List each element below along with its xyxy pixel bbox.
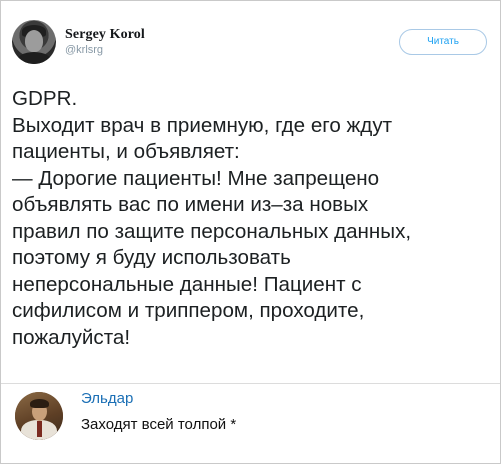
tweet-line: поэтому я буду использовать xyxy=(12,246,291,269)
tweet-line: GDPR. xyxy=(12,87,78,110)
author-name[interactable]: Sergey Korol xyxy=(65,27,145,43)
tweet-line: правил по защите персональных данных, xyxy=(12,219,412,243)
tweet-text: GDPR. Выходит врач в приемную, где его ж… xyxy=(12,86,498,351)
reply-avatar-hair xyxy=(30,399,49,408)
tweet-line: неперсональные данные! Пациент с xyxy=(12,272,362,296)
reply-avatar[interactable] xyxy=(15,392,63,440)
tweet-line: пожалуйста! xyxy=(12,325,131,349)
reply-text: Заходят всей толпой * xyxy=(81,416,237,433)
tweet-line: — Дорогие пациенты! Мне запрещено xyxy=(12,166,380,190)
author-handle[interactable]: @krlsrg xyxy=(65,44,103,56)
author-avatar[interactable] xyxy=(12,20,56,64)
reply-avatar-tie xyxy=(37,421,42,437)
reply-author-name[interactable]: Эльдар xyxy=(81,390,133,407)
tweet-line: пациенты, и объявляет: xyxy=(12,140,240,163)
tweet-card: Sergey Korol @krlsrg Читать GDPR. Выходи… xyxy=(0,0,501,464)
avatar-body xyxy=(16,52,52,64)
avatar-face xyxy=(25,30,43,52)
section-divider xyxy=(1,383,500,384)
tweet-line: сифилисом и триппером, проходите, xyxy=(12,299,365,322)
tweet-line: объявлять вас по имени из–за новых xyxy=(12,193,369,216)
tweet-line: Выходит врач в приемную, где его ждут xyxy=(12,113,393,137)
follow-button[interactable]: Читать xyxy=(399,29,487,55)
